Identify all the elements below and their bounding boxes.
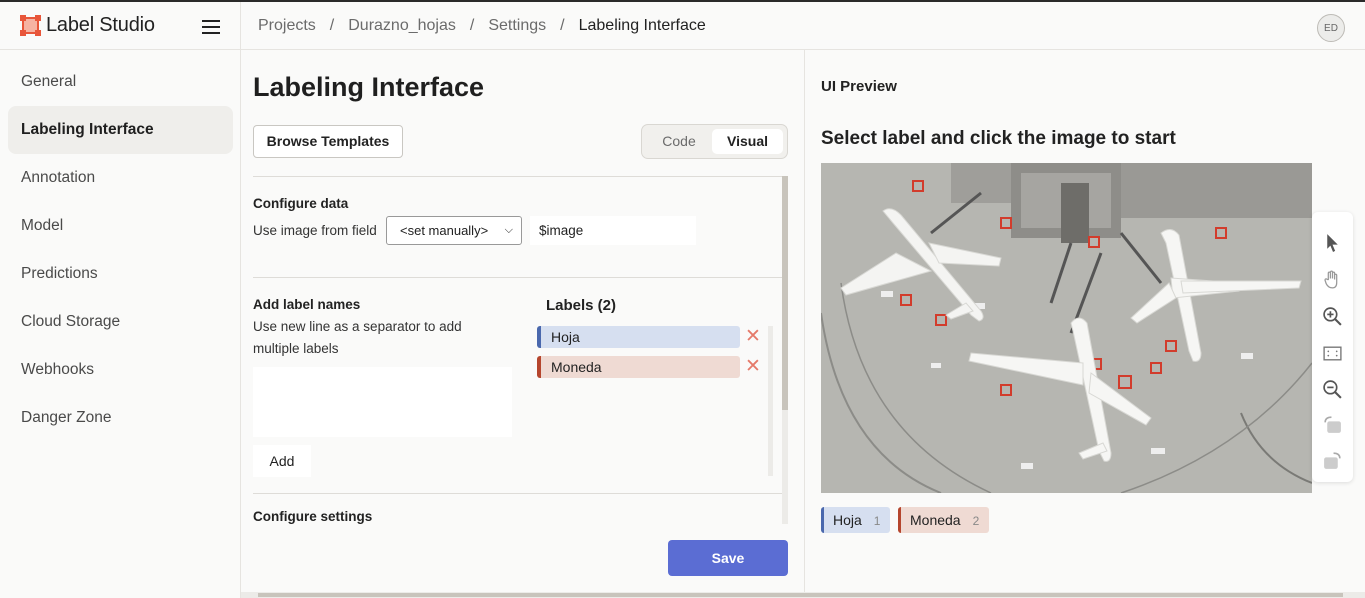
image-field-value-input[interactable]: $image <box>530 216 696 245</box>
label-chip-moneda[interactable]: Moneda <box>537 356 740 378</box>
preview-label-moneda[interactable]: Moneda 2 <box>898 507 989 533</box>
rotate-left-icon[interactable] <box>1322 414 1343 435</box>
add-labels-button[interactable]: Add <box>253 445 311 477</box>
label-names-textarea[interactable] <box>253 367 512 437</box>
configure-settings-title: Configure settings <box>253 509 373 524</box>
remove-label-icon[interactable]: ✕ <box>745 326 761 348</box>
settings-sidebar: General Labeling Interface Annotation Mo… <box>0 50 241 598</box>
ui-preview-label: UI Preview <box>821 78 897 95</box>
labels-heading: Labels (2) <box>546 297 617 314</box>
breadcrumb-settings[interactable]: Settings <box>488 17 546 35</box>
rotate-right-icon[interactable] <box>1322 450 1343 471</box>
top-navigation-bar: Label Studio Projects / Durazno_hojas / … <box>0 0 1365 52</box>
app-logo[interactable]: Label Studio <box>20 14 155 37</box>
add-labels-hint-line1: Use new line as a separator to add <box>253 319 462 334</box>
preview-label-name: Hoja <box>833 512 862 528</box>
sidebar-item-webhooks[interactable]: Webhooks <box>8 346 233 394</box>
divider <box>253 176 782 177</box>
breadcrumb-projects[interactable]: Projects <box>258 17 316 35</box>
zoom-in-icon[interactable] <box>1322 306 1343 327</box>
sidebar-item-danger-zone[interactable]: Danger Zone <box>8 394 233 442</box>
breadcrumb-current: Labeling Interface <box>578 17 706 34</box>
preview-label-name: Moneda <box>910 512 961 528</box>
sidebar-item-predictions[interactable]: Predictions <box>8 250 233 298</box>
image-field-label: Use image from field <box>253 223 377 238</box>
image-field-select[interactable]: <set manually> ⌵ <box>386 216 522 245</box>
label-chip-hoja[interactable]: Hoja <box>537 326 740 348</box>
remove-label-icon[interactable]: ✕ <box>745 356 761 378</box>
breadcrumb-separator: / <box>469 17 475 34</box>
breadcrumb-separator: / <box>560 17 565 34</box>
sidebar-item-cloud-storage[interactable]: Cloud Storage <box>8 298 233 346</box>
hamburger-menu-icon[interactable] <box>202 20 220 34</box>
save-button[interactable]: Save <box>668 540 788 576</box>
sidebar-item-labeling-interface[interactable]: Labeling Interface <box>8 106 233 154</box>
hand-pan-icon[interactable] <box>1322 269 1343 290</box>
tab-code[interactable]: Code <box>648 129 710 154</box>
add-label-names-title: Add label names <box>253 297 361 312</box>
preview-image[interactable] <box>821 163 1312 493</box>
divider <box>253 493 782 494</box>
airport-aerial-image <box>821 163 1312 493</box>
browse-templates-button[interactable]: Browse Templates <box>253 125 403 158</box>
divider <box>253 277 782 278</box>
breadcrumb-separator: / <box>329 17 335 34</box>
sidebar-item-general[interactable]: General <box>8 58 233 106</box>
config-scrollbar-thumb[interactable] <box>782 176 788 410</box>
user-avatar[interactable]: ED <box>1317 14 1345 42</box>
label-studio-logo-icon <box>20 15 41 36</box>
labels-list-scrollbar[interactable] <box>768 326 773 476</box>
sidebar-item-model[interactable]: Model <box>8 202 233 250</box>
breadcrumb: Projects / Durazno_hojas / Settings / La… <box>258 17 706 35</box>
image-toolbar <box>1312 212 1353 482</box>
configure-data-title: Configure data <box>253 196 349 211</box>
sidebar-item-annotation[interactable]: Annotation <box>8 154 233 202</box>
fit-screen-icon[interactable] <box>1322 343 1343 364</box>
horizontal-scrollbar-thumb[interactable] <box>258 593 1343 597</box>
preview-instruction: Select label and click the image to star… <box>821 128 1176 149</box>
select-value: <set manually> <box>400 223 489 238</box>
pointer-icon[interactable] <box>1322 232 1343 253</box>
add-labels-hint-line2: multiple labels <box>253 341 339 356</box>
page-title: Labeling Interface <box>253 72 485 102</box>
code-visual-toggle: Code Visual <box>641 124 788 159</box>
preview-label-hoja[interactable]: Hoja 1 <box>821 507 890 533</box>
zoom-out-icon[interactable] <box>1322 379 1343 400</box>
hotkey-badge: 2 <box>972 514 980 528</box>
chevron-down-icon: ⌵ <box>504 224 513 236</box>
tab-visual[interactable]: Visual <box>712 129 783 154</box>
app-name: Label Studio <box>46 14 155 36</box>
hotkey-badge: 1 <box>873 514 881 528</box>
breadcrumb-project[interactable]: Durazno_hojas <box>348 17 456 35</box>
